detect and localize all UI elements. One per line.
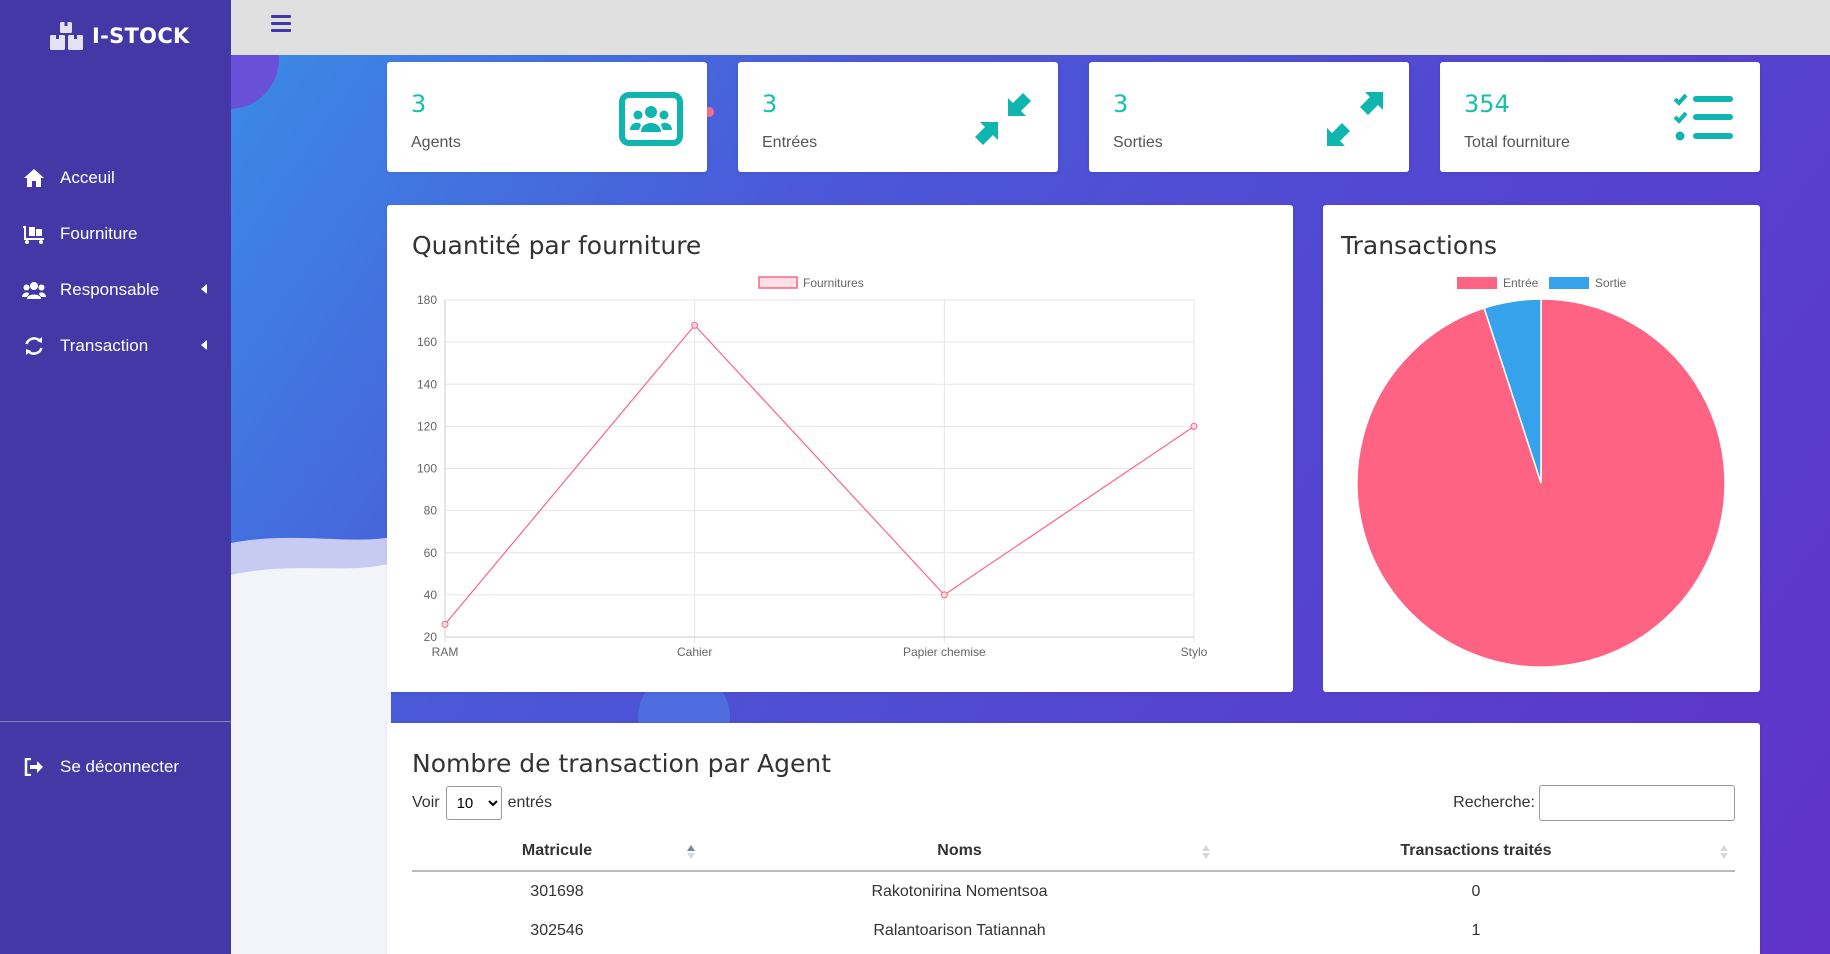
search-label: Recherche: (1453, 794, 1535, 811)
id-card-users-icon (619, 92, 683, 146)
legend-label: Entrée (1503, 276, 1539, 290)
sidebar-item-label: Acceuil (60, 168, 115, 187)
cell-matricule: 302546 (530, 922, 584, 939)
stat-label: Total fourniture (1464, 134, 1570, 151)
column-label: Matricule (521, 841, 593, 859)
x-tick-label: RAM (432, 645, 459, 659)
column-header-matricule[interactable]: Matricule (412, 831, 702, 872)
data-point (691, 321, 699, 329)
y-tick-label: 60 (424, 546, 438, 560)
series-line-fournitures (444, 324, 1195, 625)
entries-label: entrés (507, 794, 553, 811)
table-row: 301698 Rakotonirina Nomentsoa 0 (412, 871, 1735, 911)
line-chart: Fournitures 20 40 60 80 100 120 140 160 180 RAM Cah… (417, 276, 1208, 659)
checklist-icon (1673, 93, 1733, 141)
column-label: Transactions traités (1400, 841, 1552, 859)
cell-transactions: 0 (1471, 882, 1481, 900)
legend-swatch (1549, 277, 1589, 289)
sort-asc-icon (687, 845, 695, 859)
stat-card-sorties[interactable]: 3 Sorties (1089, 62, 1409, 172)
column-label: Noms (937, 841, 982, 859)
search-control: Recherche: (1453, 785, 1735, 821)
y-tick-label: 180 (417, 293, 437, 307)
legend-swatch (1457, 277, 1497, 289)
cell-nom: Rakotonirina Nomentsoa (871, 882, 1048, 900)
column-header-transactions[interactable]: Transactions traités (1217, 831, 1735, 872)
brand[interactable]: I-STOCK (48, 20, 190, 52)
top-bar (231, 0, 1830, 55)
y-tick-label: 100 (417, 462, 437, 476)
dolly-icon (22, 223, 46, 245)
pie-chart-card: Transactions Entrée Sortie (1323, 205, 1760, 692)
data-point (940, 591, 948, 599)
cell-matricule: 301698 (530, 882, 584, 900)
legend-label: Fournitures (803, 276, 864, 290)
sign-out-icon (22, 756, 46, 778)
y-tick-label: 80 (424, 504, 438, 518)
x-tick-label: Papier chemise (903, 645, 986, 659)
legend-swatch (758, 276, 798, 289)
stat-label: Agents (411, 134, 461, 151)
stat-card-total-fourniture[interactable]: 354 Total fourniture (1440, 62, 1760, 172)
data-point (441, 620, 449, 628)
caret-left-icon (201, 340, 207, 350)
sidebar-item-transaction[interactable]: Transaction (0, 318, 231, 374)
line-chart-card: Quantité par fourniture Fournitures 20 40 6… (387, 205, 1293, 692)
expand-arrows-icon (1327, 92, 1383, 146)
sort-icon (1720, 845, 1728, 859)
page-length-select[interactable]: 10 (445, 786, 502, 820)
menu-toggle-icon[interactable] (271, 15, 291, 32)
sidebar-nav: Acceuil Fourniture Responsable Transacti… (0, 150, 231, 374)
y-tick-label: 120 (417, 419, 437, 433)
x-tick-label: Cahier (677, 645, 712, 659)
users-icon (22, 279, 46, 301)
stat-label: Sorties (1113, 134, 1163, 151)
stat-card-agents[interactable]: 3 Agents (387, 62, 707, 172)
compress-arrows-icon (975, 93, 1031, 145)
legend-label: Sortie (1595, 276, 1627, 290)
cell-nom: Ralantoarison Tatiannah (873, 922, 1046, 939)
stat-value: 354 (1464, 90, 1510, 118)
card-title: Nombre de transaction par Agent (412, 749, 832, 778)
caret-left-icon (201, 284, 207, 294)
data-point (1190, 422, 1198, 430)
cell-transactions: 1 (1471, 922, 1481, 939)
sync-icon (22, 335, 46, 357)
y-tick-label: 40 (424, 588, 438, 602)
home-icon (22, 167, 46, 189)
column-header-noms[interactable]: Noms (702, 831, 1217, 872)
boxes-logo-icon (50, 22, 83, 50)
sidebar-item-label: Responsable (60, 280, 160, 299)
sidebar-divider (0, 721, 231, 722)
table-row: 302546 Ralantoarison Tatiannah 1 (412, 911, 1735, 951)
brand-name: I-STOCK (92, 24, 190, 48)
x-tick-label: Stylo (1181, 645, 1208, 659)
stat-value: 3 (1113, 90, 1129, 118)
stat-label: Entrées (762, 134, 818, 151)
sidebar-item-label: Transaction (60, 336, 149, 355)
page-length-control: Voir 10 entrés (412, 785, 552, 821)
agent-table: Matricule Noms Transactions traités 3016… (412, 831, 1735, 951)
sidebar-item-fourniture[interactable]: Fourniture (0, 206, 231, 262)
show-label: Voir (412, 794, 440, 811)
agent-transactions-card: Nombre de transaction par Agent Voir 10 … (387, 723, 1760, 954)
logout-button[interactable]: Se déconnecter (0, 739, 231, 795)
y-tick-label: 20 (424, 630, 438, 644)
y-tick-label: 160 (417, 335, 437, 349)
table-controls: Voir 10 entrés Recherche: (412, 785, 1735, 821)
search-input[interactable] (1539, 785, 1735, 821)
sidebar-item-acceuil[interactable]: Acceuil (0, 150, 231, 206)
y-tick-label: 140 (417, 377, 437, 391)
sidebar-item-label: Fourniture (60, 224, 138, 243)
stat-card-entrees[interactable]: 3 Entrées (738, 62, 1058, 172)
pie-chart: Entrée Sortie (1356, 276, 1726, 668)
sidebar-item-responsable[interactable]: Responsable (0, 262, 231, 318)
sidebar: I-STOCK Acceuil Fourniture Responsable T… (0, 0, 231, 954)
stat-value: 3 (411, 90, 427, 118)
sort-icon (1202, 845, 1210, 859)
stat-value: 3 (762, 90, 778, 118)
logout-label: Se déconnecter (60, 757, 180, 776)
